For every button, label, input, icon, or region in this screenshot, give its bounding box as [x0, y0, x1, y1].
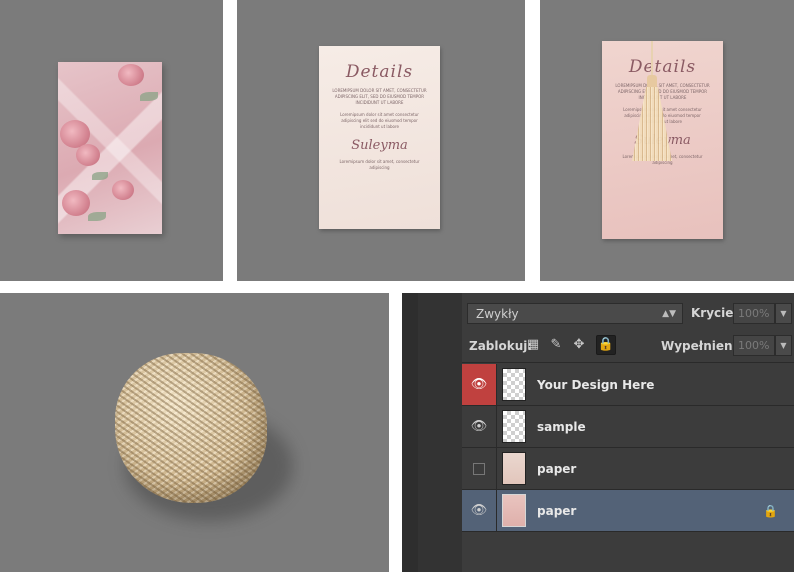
app-left-strip	[402, 293, 419, 572]
card-signature: Suleyma	[351, 138, 408, 153]
chevron-down-icon: ▼	[780, 341, 787, 350]
tassel-card-tile: Details LOREMIPSUM DOLOR SIT AMET, CONSE…	[540, 0, 794, 281]
updown-arrow-icon: ▲▼	[662, 309, 676, 319]
chevron-down-icon: ▼	[780, 309, 787, 318]
card-heading: Details	[628, 57, 697, 77]
leaf-motif	[88, 212, 106, 221]
blend-mode-select[interactable]: Zwykły ▲▼	[467, 303, 683, 324]
layer-row-selected[interactable]: 👁 paper 🔒	[462, 490, 794, 532]
layer-name: sample	[537, 420, 586, 434]
lock-icon: 🔒	[763, 504, 778, 518]
panel-divider	[462, 362, 794, 363]
rose-motif	[76, 144, 100, 166]
rose-motif	[62, 190, 90, 216]
brush-icon[interactable]: ✎	[548, 337, 564, 353]
opacity-label: Krycie:	[691, 306, 739, 320]
layer-name: paper	[537, 504, 577, 518]
blend-mode-value: Zwykły	[476, 307, 519, 321]
details-card-tile: Details LOREMIPSUM DOLOR SIT AMET, CONSE…	[237, 0, 525, 281]
rose-motif	[112, 180, 134, 200]
fill-input[interactable]: 100%	[733, 335, 775, 356]
floral-envelope-image	[58, 62, 162, 234]
card-body-text: Loremipsum dolor sit amet consectetur ad…	[340, 112, 419, 129]
layer-name: Your Design Here	[537, 378, 655, 392]
details-card-image: Details LOREMIPSUM DOLOR SIT AMET, CONSE…	[319, 46, 440, 229]
layer-thumbnail	[502, 368, 526, 401]
layers-panel-screenshot: Zwykły ▲▼ Krycie: 100% ▼ Zablokuj: ▦ ✎ ✥…	[402, 293, 794, 572]
lock-label: Zablokuj:	[469, 339, 533, 353]
fill-dropdown-button[interactable]: ▼	[775, 335, 792, 356]
opacity-dropdown-button[interactable]: ▼	[775, 303, 792, 324]
leaf-motif	[92, 172, 108, 180]
layer-thumbnail	[502, 452, 526, 485]
checkerboard-icon[interactable]: ▦	[525, 337, 541, 353]
yarn-ball-image	[115, 353, 267, 503]
card-footer-text: Loremipsum dolor sit amet, consectetur a…	[339, 159, 420, 170]
envelope-mockup-tile	[0, 0, 223, 281]
yarn-tile	[0, 293, 389, 572]
tassel-card-image: Details LOREMIPSUM DOLOR SIT AMET, CONSE…	[602, 41, 723, 239]
eye-icon[interactable]: 👁	[462, 364, 497, 405]
card-body-text: LOREMIPSUM DOLOR SIT AMET, CONSECTETUR A…	[332, 88, 427, 105]
eye-icon[interactable]: 👁	[462, 406, 497, 447]
tassel-cap	[647, 75, 657, 89]
opacity-input[interactable]: 100%	[733, 303, 775, 324]
rose-motif	[118, 64, 144, 86]
visibility-toggle-off[interactable]	[462, 448, 497, 489]
layer-row[interactable]: paper	[462, 448, 794, 490]
layer-thumbnail	[502, 410, 526, 443]
lock-icon[interactable]: 🔒	[596, 335, 616, 355]
layer-row[interactable]: 👁 Your Design Here	[462, 364, 794, 406]
layers-panel: Zwykły ▲▼ Krycie: 100% ▼ Zablokuj: ▦ ✎ ✥…	[462, 293, 794, 572]
eye-icon[interactable]: 👁	[462, 490, 497, 531]
layer-thumbnail	[502, 494, 526, 527]
leaf-motif	[140, 92, 158, 101]
app-panel-dock	[418, 293, 463, 572]
empty-visibility-icon	[473, 462, 485, 475]
card-body-text: LOREMIPSUM DOLOR SIT AMET, CONSECTETUR A…	[615, 83, 710, 100]
tassel-string	[651, 41, 653, 77]
layer-row[interactable]: 👁 sample	[462, 406, 794, 448]
move-icon[interactable]: ✥	[571, 337, 587, 353]
card-heading: Details	[345, 62, 414, 82]
layer-name: paper	[537, 462, 577, 476]
